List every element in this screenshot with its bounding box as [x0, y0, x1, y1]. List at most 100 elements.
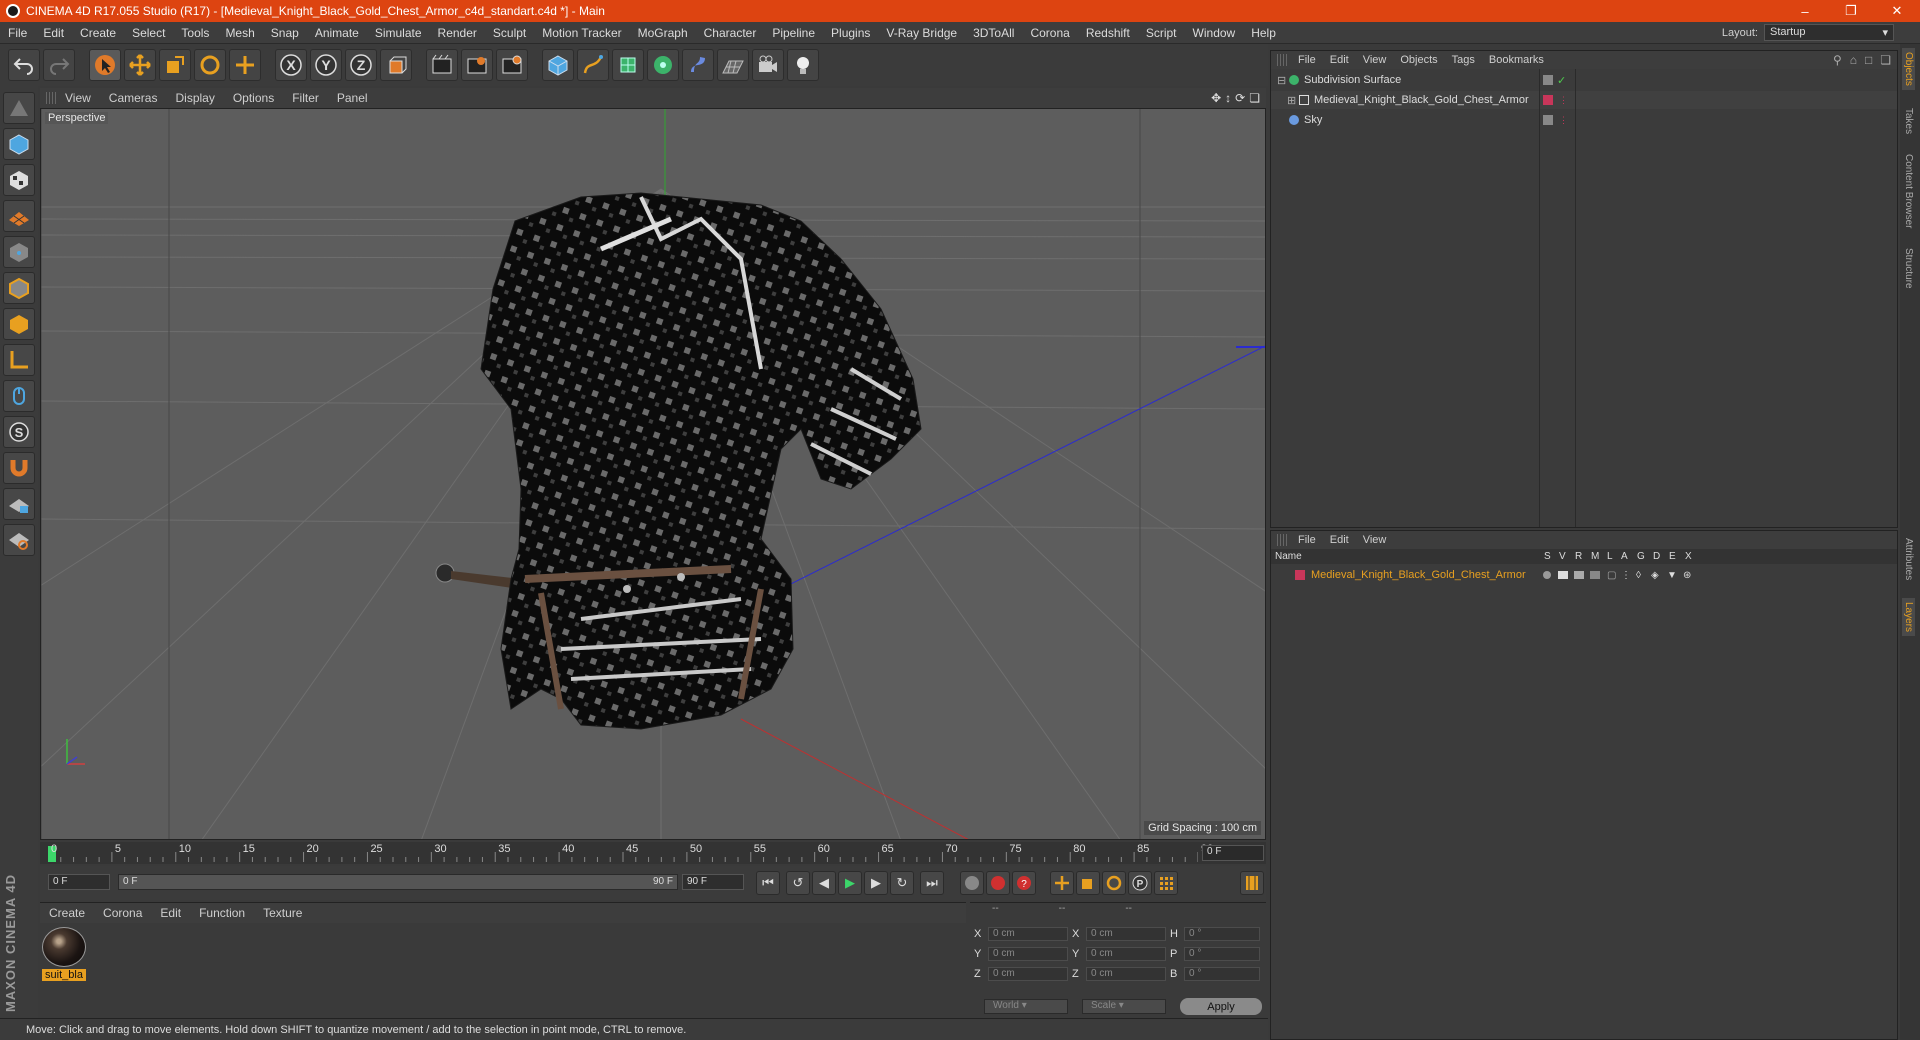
move-tool-button[interactable]: [124, 49, 156, 81]
search-icon[interactable]: ⚲: [1833, 53, 1842, 67]
y-axis-lock-button[interactable]: Y: [310, 49, 342, 81]
menu-render[interactable]: Render: [430, 26, 485, 40]
subdivision-surface-button[interactable]: [612, 49, 644, 81]
camera-button[interactable]: [752, 49, 784, 81]
menu-tools[interactable]: Tools: [173, 26, 217, 40]
viewport-menu-options[interactable]: Options: [224, 91, 283, 105]
undo-button[interactable]: [8, 49, 40, 81]
viewport-menu-display[interactable]: Display: [166, 91, 223, 105]
home-icon[interactable]: ⌂: [1850, 53, 1857, 67]
key-position-button[interactable]: [1050, 871, 1074, 895]
position-y-field[interactable]: 0 cm: [988, 947, 1068, 961]
layer-color-icon[interactable]: [1543, 95, 1553, 105]
expand-icon[interactable]: ⊞: [1287, 94, 1297, 107]
render-toggle-icon[interactable]: [1574, 571, 1584, 579]
menu-snap[interactable]: Snap: [263, 26, 307, 40]
preview-range-slider[interactable]: 0 F 90 F: [118, 874, 678, 890]
workplane-mode-button[interactable]: [3, 200, 35, 232]
size-z-field[interactable]: 0 cm: [1086, 967, 1166, 981]
x-axis-lock-button[interactable]: X: [275, 49, 307, 81]
rotation-p-field[interactable]: 0 °: [1184, 947, 1260, 961]
menu-pipeline[interactable]: Pipeline: [764, 26, 823, 40]
size-y-field[interactable]: 0 cm: [1086, 947, 1166, 961]
manager-toggle-icon[interactable]: [1590, 571, 1600, 579]
column-render[interactable]: R: [1575, 551, 1582, 562]
scale-tool-button[interactable]: [159, 49, 191, 81]
material-menu-edit[interactable]: Edit: [151, 906, 190, 920]
visibility-editor-icon[interactable]: [1543, 115, 1553, 125]
visibility-dots-icon[interactable]: ⋮: [1559, 115, 1568, 126]
z-axis-lock-button[interactable]: Z: [345, 49, 377, 81]
coordinate-space-dropdown[interactable]: World ▾: [984, 999, 1068, 1014]
tab-takes[interactable]: Takes: [1902, 104, 1915, 138]
deformer-icon[interactable]: ◈: [1651, 570, 1659, 581]
render-picture-viewer-button[interactable]: [461, 49, 493, 81]
current-frame-field[interactable]: 0 F: [1202, 845, 1264, 861]
key-rotation-button[interactable]: [1102, 871, 1126, 895]
object-menu-bookmarks[interactable]: Bookmarks: [1482, 54, 1551, 66]
viewport-menu-filter[interactable]: Filter: [283, 91, 328, 105]
solo-toggle-icon[interactable]: [1543, 571, 1551, 579]
column-manager[interactable]: M: [1591, 551, 1599, 562]
menu-script[interactable]: Script: [1138, 26, 1185, 40]
animation-icon[interactable]: ⋮: [1621, 570, 1631, 581]
render-view-button[interactable]: [426, 49, 458, 81]
menu-motion-tracker[interactable]: Motion Tracker: [534, 26, 629, 40]
lock-icon[interactable]: ▢: [1607, 570, 1616, 581]
menu-help[interactable]: Help: [1243, 26, 1284, 40]
record-keys-button[interactable]: [960, 871, 984, 895]
menu-edit[interactable]: Edit: [35, 26, 72, 40]
material-menu-function[interactable]: Function: [190, 906, 254, 920]
go-to-end-button[interactable]: ⏭: [920, 871, 944, 895]
deformer-button[interactable]: [682, 49, 714, 81]
viewport-menu-view[interactable]: View: [56, 91, 100, 105]
column-solo[interactable]: S: [1544, 551, 1551, 562]
viewport-menu-panel[interactable]: Panel: [328, 91, 377, 105]
size-mode-dropdown[interactable]: Scale ▾: [1082, 999, 1166, 1014]
next-key-button[interactable]: ↻: [890, 871, 914, 895]
column-generators[interactable]: G: [1637, 551, 1645, 562]
column-xref[interactable]: X: [1685, 551, 1692, 562]
object-row-subdivision-surface[interactable]: ⊟ Subdivision Surface ✓: [1271, 71, 1897, 89]
layer-menu-edit[interactable]: Edit: [1323, 534, 1356, 546]
menu-window[interactable]: Window: [1185, 26, 1244, 40]
live-selection-button[interactable]: [89, 49, 121, 81]
menu-create[interactable]: Create: [72, 26, 124, 40]
close-button[interactable]: ✕: [1874, 0, 1920, 22]
restore-button[interactable]: ❐: [1828, 0, 1874, 22]
layer-row[interactable]: Medieval_Knight_Black_Gold_Chest_Armor ▢…: [1271, 567, 1897, 583]
menu-3dtoall[interactable]: 3DToAll: [965, 26, 1022, 40]
rotation-b-field[interactable]: 0 °: [1184, 967, 1260, 981]
planar-workplane-button[interactable]: [3, 524, 35, 556]
key-parameter-button[interactable]: P: [1128, 871, 1152, 895]
column-animation[interactable]: A: [1621, 551, 1628, 562]
viewport-menu-cameras[interactable]: Cameras: [100, 91, 167, 105]
previous-frame-button[interactable]: ◀: [812, 871, 836, 895]
rotation-h-field[interactable]: 0 °: [1184, 927, 1260, 941]
tab-content-browser[interactable]: Content Browser: [1902, 150, 1915, 232]
end-frame-field[interactable]: 90 F: [682, 874, 744, 890]
cloner-button[interactable]: [647, 49, 679, 81]
polygons-mode-button[interactable]: [3, 308, 35, 340]
column-locked[interactable]: L: [1607, 551, 1613, 562]
orbit-icon[interactable]: ⟳: [1235, 91, 1245, 105]
menu-simulate[interactable]: Simulate: [367, 26, 430, 40]
enabled-check-icon[interactable]: ✓: [1557, 74, 1566, 87]
tab-objects[interactable]: Objects: [1902, 48, 1915, 90]
render-settings-button[interactable]: [496, 49, 528, 81]
make-editable-button[interactable]: [3, 92, 35, 124]
texture-mode-button[interactable]: [3, 164, 35, 196]
apply-button[interactable]: Apply: [1180, 998, 1262, 1015]
object-menu-tags[interactable]: Tags: [1445, 54, 1482, 66]
menu-redshift[interactable]: Redshift: [1078, 26, 1138, 40]
object-menu-edit[interactable]: Edit: [1323, 54, 1356, 66]
redo-button[interactable]: [43, 49, 75, 81]
cube-primitive-button[interactable]: [542, 49, 574, 81]
layer-color-icon[interactable]: [1295, 570, 1305, 580]
menu-animate[interactable]: Animate: [307, 26, 367, 40]
expression-icon[interactable]: ▼: [1667, 570, 1677, 581]
object-row-armor[interactable]: ⊞ Medieval_Knight_Black_Gold_Chest_Armor…: [1271, 91, 1897, 109]
material-menu-corona[interactable]: Corona: [94, 906, 151, 920]
column-view[interactable]: V: [1559, 551, 1566, 562]
start-frame-field[interactable]: 0 F: [48, 874, 110, 890]
